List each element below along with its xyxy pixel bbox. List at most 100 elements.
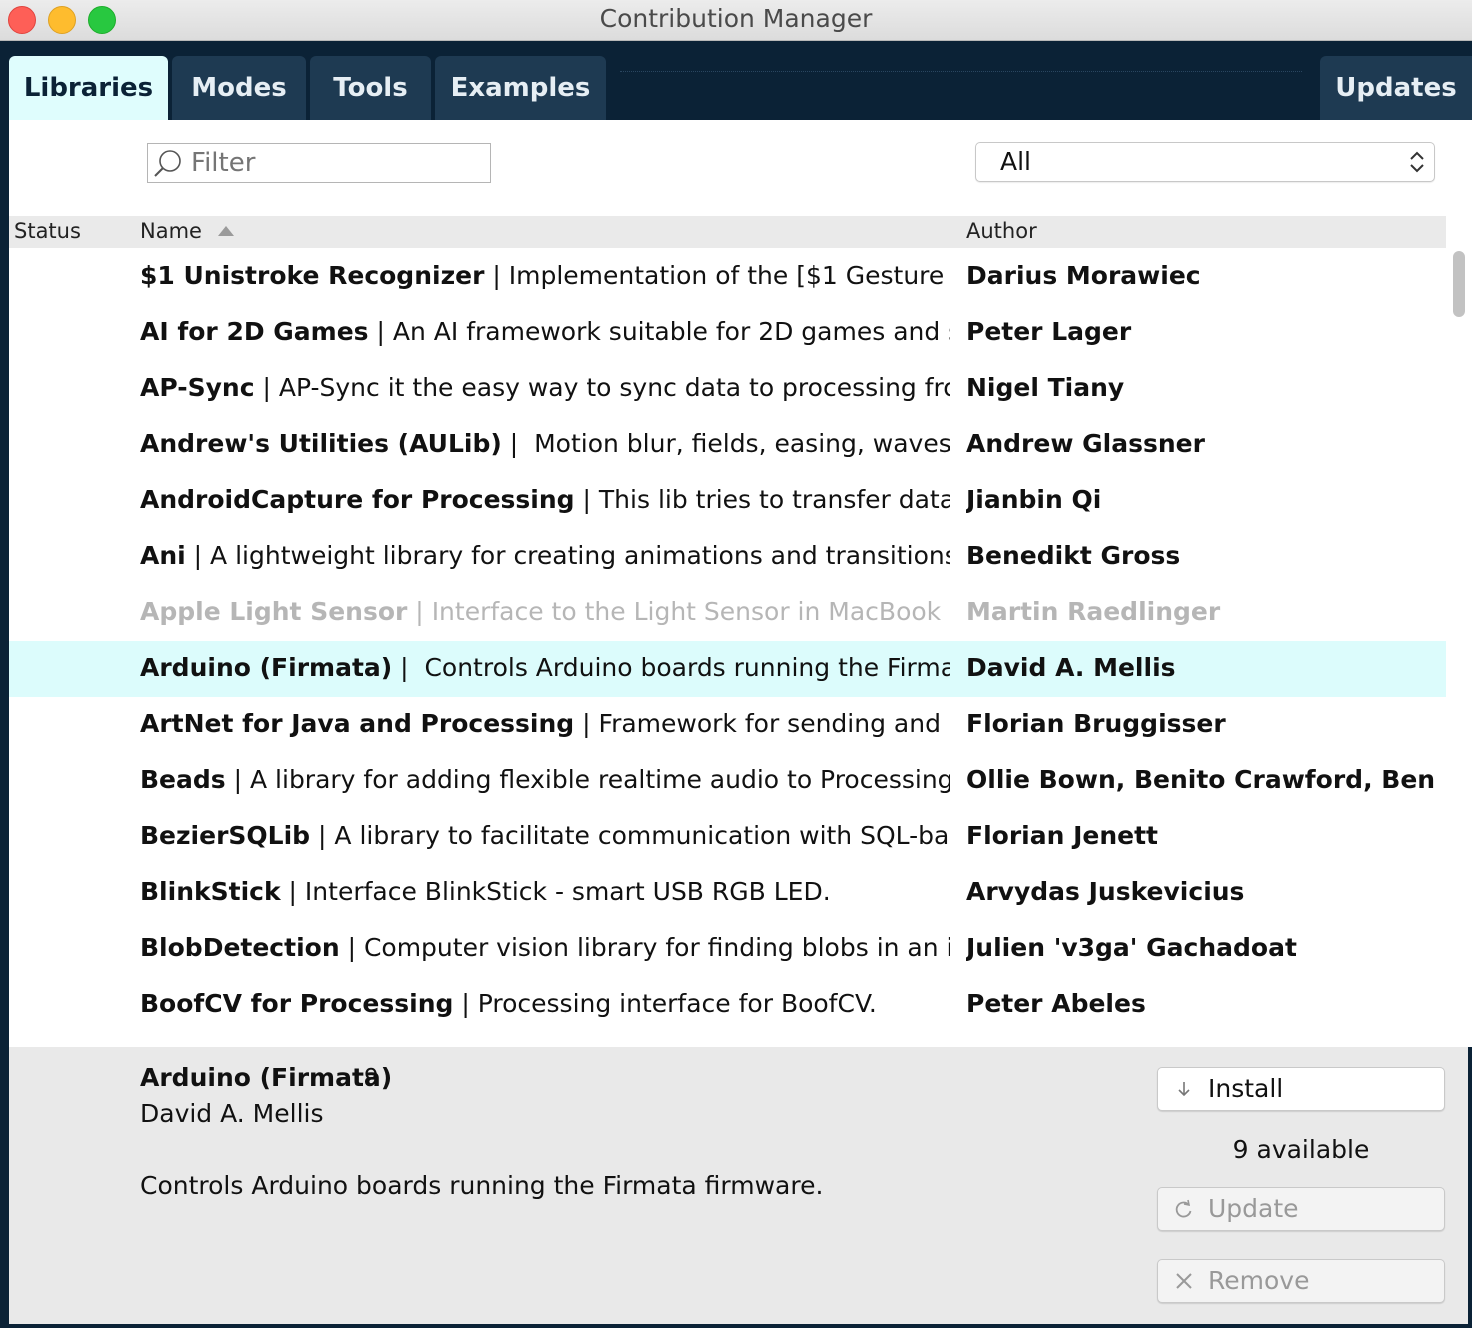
tab-examples[interactable]: Examples: [435, 56, 606, 120]
library-row[interactable]: Apple Light Sensor | Interface to the Li…: [9, 585, 1446, 641]
library-author: Arvydas Juskevicius: [966, 877, 1245, 906]
library-name-cell: BlinkStick | Interface BlinkStick - smar…: [140, 877, 950, 906]
list-scrollbar[interactable]: [1447, 249, 1472, 1047]
library-description: This lib tries to transfer data(Andr...: [598, 485, 950, 514]
library-name: Ani: [140, 541, 186, 570]
library-author: Nigel Tiany: [966, 373, 1125, 402]
library-row[interactable]: BlobDetection | Computer vision library …: [9, 921, 1446, 977]
detail-library-name: Arduino (Firmata): [140, 1063, 393, 1092]
library-description: Computer vision library for finding blob…: [363, 933, 950, 962]
library-description: An AI framework suitable for 2D games an…: [392, 317, 950, 346]
library-name: BlinkStick: [140, 877, 281, 906]
library-row[interactable]: BlinkStick | Interface BlinkStick - smar…: [9, 865, 1446, 921]
library-description: Interface BlinkStick - smart USB RGB LED…: [304, 877, 831, 906]
library-author: Florian Bruggisser: [966, 709, 1226, 738]
library-row[interactable]: AP-Sync | AP-Sync it the easy way to syn…: [9, 361, 1446, 417]
library-name-cell: BoofCV for Processing | Processing inter…: [140, 989, 950, 1018]
update-button[interactable]: Update: [1157, 1187, 1445, 1231]
library-author: Benedikt Gross: [966, 541, 1181, 570]
x-icon: [1176, 1273, 1192, 1289]
filter-input[interactable]: [191, 148, 481, 178]
tab-tools[interactable]: Tools: [310, 56, 431, 120]
table-header: Status Name Author: [9, 216, 1446, 248]
column-header-name[interactable]: Name: [140, 219, 202, 243]
library-name: AndroidCapture for Processing: [140, 485, 575, 514]
library-name: Arduino (Firmata): [140, 653, 393, 682]
library-name-cell: Beads | A library for adding flexible re…: [140, 765, 950, 794]
category-select[interactable]: All: [975, 142, 1435, 182]
library-row[interactable]: Andrew's Utilities (AULib) | Motion blur…: [9, 417, 1446, 473]
library-row[interactable]: BoofCV for Processing | Processing inter…: [9, 977, 1446, 1033]
window-bottom-border: [0, 1324, 1472, 1328]
library-description: Controls Arduino boards running the Firm…: [424, 653, 950, 682]
window-right-border: [1468, 1047, 1472, 1328]
library-row[interactable]: $1 Unistroke Recognizer | Implementation…: [9, 249, 1446, 305]
library-row[interactable]: ArtNet for Java and Processing | Framewo…: [9, 697, 1446, 753]
detail-author: David A. Mellis: [140, 1099, 324, 1128]
name-separator: |: [574, 709, 599, 738]
library-description: Implementation of the [$1 Gesture Reco..…: [508, 261, 945, 290]
name-separator: |: [339, 933, 364, 962]
library-name-cell: AI for 2D Games | An AI framework suitab…: [140, 317, 950, 346]
library-author: David A. Mellis: [966, 653, 1176, 682]
name-separator: |: [225, 765, 250, 794]
name-separator: |: [310, 821, 335, 850]
library-description: A lightweight library for creating anima…: [210, 541, 950, 570]
library-name: Apple Light Sensor: [140, 597, 408, 626]
library-name-cell: Andrew's Utilities (AULib) | Motion blur…: [140, 429, 950, 458]
library-row[interactable]: AI for 2D Games | An AI framework suitab…: [9, 305, 1446, 361]
name-separator: |: [501, 429, 527, 458]
library-description: Interface to the Light Sensor in MacBook…: [431, 597, 950, 626]
install-button-label: Install: [1208, 1074, 1284, 1103]
library-author: Ollie Bown, Benito Crawford, Ben Por...: [966, 765, 1446, 794]
library-name: AI for 2D Games: [140, 317, 369, 346]
library-description: Processing interface for BoofCV.: [477, 989, 877, 1018]
install-button[interactable]: Install: [1157, 1067, 1445, 1111]
library-row[interactable]: Arduino (Firmata) | Controls Arduino boa…: [9, 641, 1446, 697]
library-name-cell: ArtNet for Java and Processing | Framewo…: [140, 709, 950, 738]
library-description: A library to facilitate communication wi…: [334, 821, 950, 850]
name-separator: |: [574, 485, 599, 514]
library-name-cell: Arduino (Firmata) | Controls Arduino boa…: [140, 653, 950, 682]
column-header-status[interactable]: Status: [14, 219, 81, 243]
arrow-down-icon: [1178, 1082, 1190, 1097]
remove-button[interactable]: Remove: [1157, 1259, 1445, 1303]
library-name-cell: BezierSQLib | A library to facilitate co…: [140, 821, 950, 850]
library-row[interactable]: Beads | A library for adding flexible re…: [9, 753, 1446, 809]
library-author: Julien 'v3ga' Gachadoat: [966, 933, 1297, 962]
library-list: $1 Unistroke Recognizer | Implementation…: [9, 249, 1446, 1047]
library-name-cell: AndroidCapture for Processing | This lib…: [140, 485, 950, 514]
update-button-label: Update: [1208, 1194, 1299, 1223]
tab-libraries[interactable]: Libraries: [9, 56, 168, 120]
magnifier-icon: [154, 150, 181, 177]
library-author: Martin Raedlinger: [966, 597, 1221, 626]
filter-field[interactable]: [147, 143, 491, 183]
window-titlebar: Contribution Manager: [0, 0, 1472, 41]
library-name-cell: Apple Light Sensor | Interface to the Li…: [140, 597, 950, 626]
name-separator: |: [484, 261, 509, 290]
scrollbar-thumb[interactable]: [1453, 251, 1465, 317]
library-row[interactable]: AndroidCapture for Processing | This lib…: [9, 473, 1446, 529]
library-author: Peter Abeles: [966, 989, 1146, 1018]
tab-updates[interactable]: Updates: [1320, 56, 1472, 120]
library-name: $1 Unistroke Recognizer: [140, 261, 485, 290]
library-name-cell: Ani | A lightweight library for creating…: [140, 541, 950, 570]
name-separator: |: [280, 877, 305, 906]
library-name: AP-Sync: [140, 373, 255, 402]
library-name: Andrew's Utilities (AULib): [140, 429, 502, 458]
library-row[interactable]: BezierSQLib | A library to facilitate co…: [9, 809, 1446, 865]
column-header-author[interactable]: Author: [966, 219, 1037, 243]
name-separator: |: [453, 989, 478, 1018]
library-name-cell: AP-Sync | AP-Sync it the easy way to syn…: [140, 373, 950, 402]
name-separator: |: [407, 597, 432, 626]
library-row[interactable]: Ani | A lightweight library for creating…: [9, 529, 1446, 585]
tab-modes[interactable]: Modes: [172, 56, 306, 120]
updown-chevron-icon: [1410, 151, 1424, 173]
library-description: Framework for sending and receiv...: [598, 709, 950, 738]
library-name-cell: BlobDetection | Computer vision library …: [140, 933, 950, 962]
window-left-border: [0, 120, 9, 1328]
name-separator: |: [368, 317, 393, 346]
library-author: Peter Lager: [966, 317, 1132, 346]
library-name: BoofCV for Processing: [140, 989, 454, 1018]
library-author: Darius Morawiec: [966, 261, 1201, 290]
